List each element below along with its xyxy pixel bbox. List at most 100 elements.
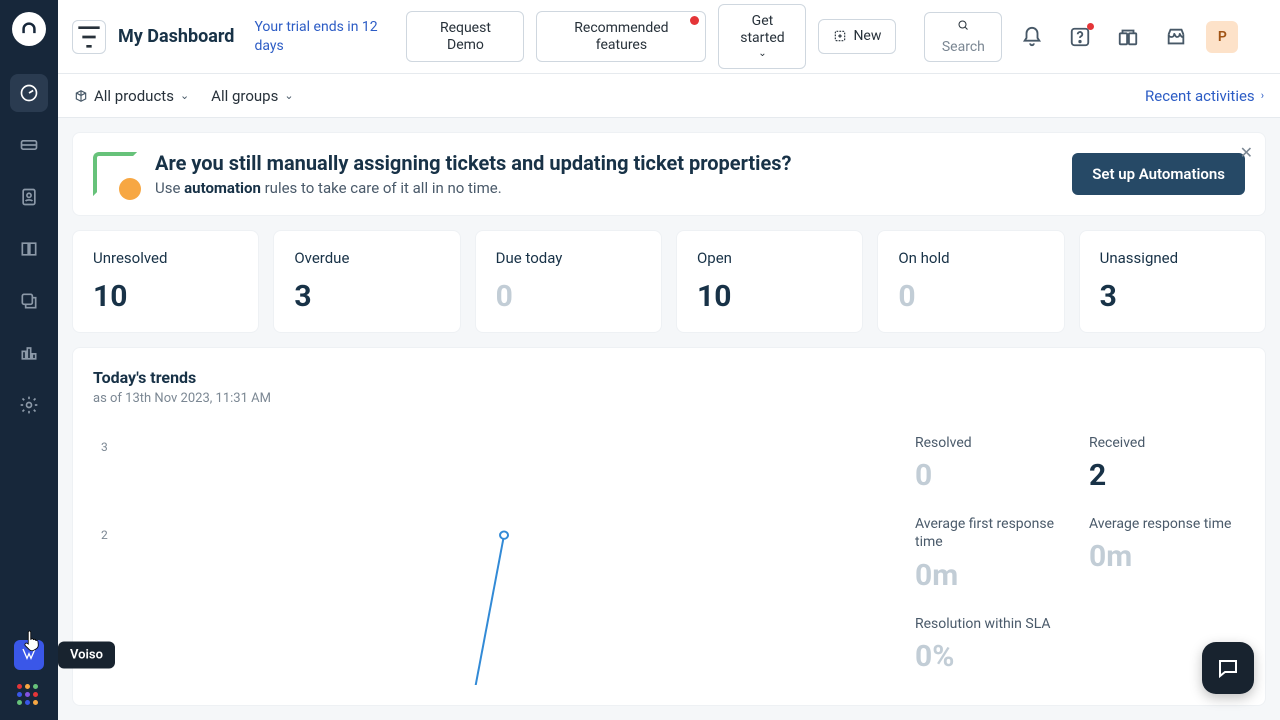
chart-point <box>500 531 508 538</box>
chart-ytick: 3 <box>101 440 108 454</box>
nav-tickets[interactable] <box>10 126 48 164</box>
chat-fab[interactable] <box>1202 642 1254 694</box>
stat-label: Overdue <box>294 249 439 267</box>
app-switcher[interactable] <box>17 684 41 708</box>
stat-label: Due today <box>496 249 641 267</box>
setup-automations-button[interactable]: Set up Automations <box>1072 153 1245 195</box>
banner-text-suffix: rules to take care of it all in no time. <box>261 179 502 197</box>
trend-stat-label: Average response time <box>1089 515 1245 533</box>
stat-value: 3 <box>1100 279 1245 314</box>
trend-stat-value: 0m <box>1089 539 1245 574</box>
content: Are you still manually assigning tickets… <box>58 118 1280 720</box>
stat-card-open[interactable]: Open 10 <box>676 230 863 333</box>
search-icon <box>954 19 972 31</box>
main: My Dashboard Your trial ends in 12 days … <box>58 0 1280 720</box>
new-label: New <box>853 28 881 45</box>
stat-label: Unassigned <box>1100 249 1245 267</box>
trial-notice[interactable]: Your trial ends in 12 days <box>254 18 394 54</box>
stat-card-unassigned[interactable]: Unassigned 3 <box>1079 230 1266 333</box>
recommended-features-label: Recommended features <box>574 20 668 53</box>
trend-stat-value: 0 <box>915 458 1071 493</box>
automation-illustration-icon <box>93 152 137 196</box>
all-products-label: All products <box>94 87 174 105</box>
nav-settings[interactable] <box>10 386 48 424</box>
recent-activities-label: Recent activities <box>1145 87 1255 105</box>
trends-chart: 3 2 <box>93 426 895 685</box>
trends-asof: as of 13th Nov 2023, 11:31 AM <box>93 391 1245 406</box>
marketplace-button[interactable] <box>1158 19 1194 55</box>
app-voiso[interactable]: Voiso <box>14 640 44 670</box>
sidebar: Voiso <box>0 0 58 720</box>
stat-card-overdue[interactable]: Overdue 3 <box>273 230 460 333</box>
cube-icon <box>74 89 88 103</box>
search-placeholder: Search <box>942 39 985 55</box>
trend-stat-value: 0m <box>915 558 1071 593</box>
chart-ytick: 2 <box>101 528 108 542</box>
chart-line <box>474 535 504 685</box>
nav-reports[interactable] <box>10 334 48 372</box>
chevron-right-icon: › <box>1261 89 1264 102</box>
stat-label: Unresolved <box>93 249 238 267</box>
app-logo[interactable] <box>12 12 46 46</box>
banner-text-prefix: Use <box>155 179 184 197</box>
notifications-button[interactable] <box>1014 19 1050 55</box>
stat-card-on-hold[interactable]: On hold 0 <box>877 230 1064 333</box>
trend-stat-label: Received <box>1089 434 1245 452</box>
all-groups-label: All groups <box>211 87 278 105</box>
chevron-down-icon: ⌄ <box>284 89 293 102</box>
request-demo-button[interactable]: Request Demo <box>406 11 524 63</box>
banner-close-button[interactable]: ✕ <box>1240 143 1253 162</box>
trend-stat-label: Average first response time <box>915 515 1071 551</box>
stat-card-unresolved[interactable]: Unresolved 10 <box>72 230 259 333</box>
stat-value: 0 <box>898 279 1043 314</box>
bell-icon <box>1021 26 1043 48</box>
new-button[interactable]: New <box>818 19 896 54</box>
nav-contacts[interactable] <box>10 178 48 216</box>
trend-stat-sla: Resolution within SLA 0% <box>915 607 1245 682</box>
trend-stat-received: Received 2 <box>1089 426 1245 501</box>
help-badge-icon <box>1087 23 1094 30</box>
nav-dashboard[interactable] <box>10 74 48 112</box>
all-products-filter[interactable]: All products ⌄ <box>74 87 189 105</box>
page-title: My Dashboard <box>118 26 234 47</box>
all-groups-filter[interactable]: All groups ⌄ <box>211 87 293 105</box>
trends-title: Today's trends <box>93 368 1245 387</box>
marketplace-icon <box>1165 26 1187 48</box>
help-button[interactable] <box>1062 19 1098 55</box>
chat-icon <box>1216 656 1240 680</box>
layout-filter-button[interactable] <box>72 20 106 54</box>
chevron-down-icon: ⌄ <box>180 89 189 102</box>
trend-stat-label: Resolved <box>915 434 1071 452</box>
stats-row: Unresolved 10 Overdue 3 Due today 0 Open… <box>72 230 1266 333</box>
get-started-button[interactable]: Get started ⌄ <box>718 4 806 70</box>
plus-box-icon <box>833 29 847 43</box>
integrations-button[interactable] <box>1110 19 1146 55</box>
integrations-icon <box>1117 26 1139 48</box>
nav-knowledge[interactable] <box>10 230 48 268</box>
trend-stat-afrt: Average first response time 0m <box>915 507 1071 600</box>
get-started-label: Get started <box>733 13 791 47</box>
banner-text: Use automation rules to take care of it … <box>155 179 792 197</box>
stat-label: On hold <box>898 249 1043 267</box>
header: My Dashboard Your trial ends in 12 days … <box>58 0 1280 74</box>
chevron-down-icon: ⌄ <box>758 48 766 60</box>
stat-value: 3 <box>294 279 439 314</box>
notification-dot-icon <box>690 16 699 25</box>
recent-activities-link[interactable]: Recent activities › <box>1145 87 1264 105</box>
trends-panel: Today's trends as of 13th Nov 2023, 11:3… <box>72 347 1266 706</box>
recommended-features-button[interactable]: Recommended features <box>536 11 706 63</box>
trend-stat-value: 2 <box>1089 458 1245 493</box>
banner-text-bold: automation <box>184 179 261 197</box>
stat-value: 10 <box>697 279 842 314</box>
trends-side-stats: Resolved 0 Received 2 Average first resp… <box>915 426 1245 685</box>
automation-banner: Are you still manually assigning tickets… <box>72 132 1266 216</box>
trend-stat-art: Average response time 0m <box>1089 507 1245 600</box>
stat-card-due-today[interactable]: Due today 0 <box>475 230 662 333</box>
trend-stat-label: Resolution within SLA <box>915 615 1245 633</box>
search-input[interactable]: Search <box>924 12 1002 62</box>
user-avatar[interactable]: P <box>1206 21 1238 53</box>
stat-value: 10 <box>93 279 238 314</box>
stat-label: Open <box>697 249 842 267</box>
banner-heading: Are you still manually assigning tickets… <box>155 151 792 175</box>
nav-social[interactable] <box>10 282 48 320</box>
